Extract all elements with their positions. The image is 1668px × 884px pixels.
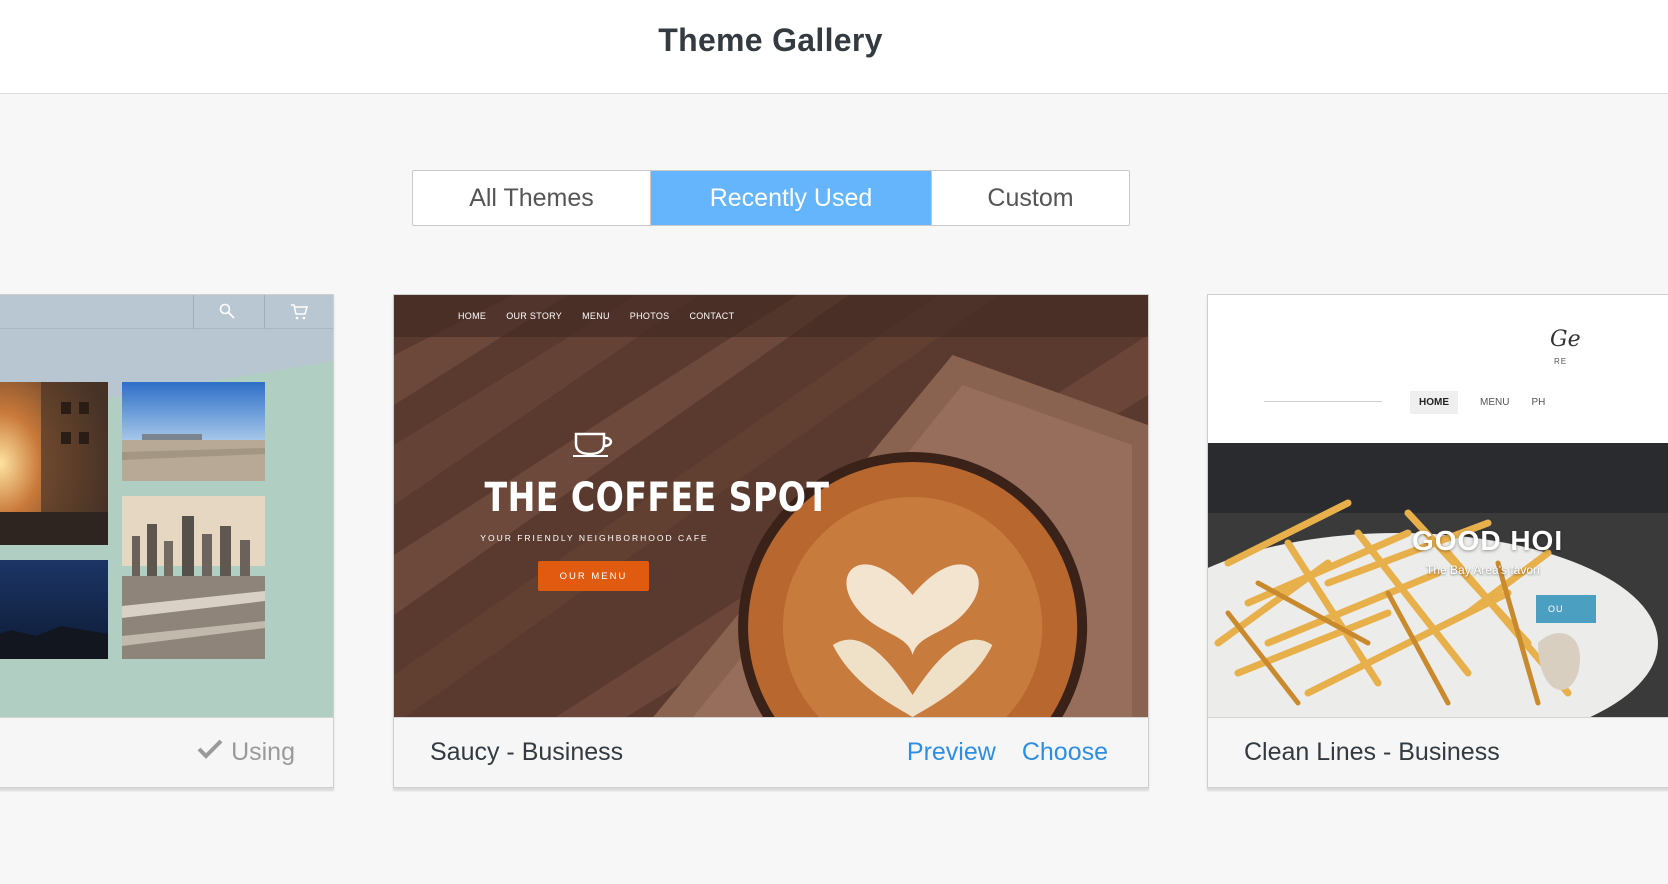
city-sunset-photo — [0, 382, 108, 545]
thumb-subtitle: YOUR FRIENDLY NEIGHBORHOOD CAFE — [480, 533, 709, 543]
checkmark-icon — [197, 738, 223, 767]
cart-icon — [290, 303, 308, 326]
theme-thumbnail[interactable] — [0, 295, 333, 717]
coffee-cup-icon — [572, 431, 618, 462]
card-footer: Clean Lines - Business — [1208, 717, 1668, 787]
thumb-nav-menu: MENU — [1480, 397, 1510, 408]
thumb-nav-our-story: OUR STORY — [506, 311, 563, 321]
theme-thumbnail[interactable]: HOME OUR STORY MENU PHOTOS CONTACT THE C… — [394, 295, 1148, 717]
tab-recently-used[interactable]: Recently Used — [651, 171, 931, 225]
night-landscape-photo — [0, 560, 108, 659]
thumb-nav: HOME OUR STORY MENU PHOTOS CONTACT — [394, 295, 1148, 337]
card-footer: Saucy - Business Preview Choose — [394, 717, 1148, 787]
using-label: Using — [231, 738, 295, 766]
theme-card-saucy[interactable]: HOME OUR STORY MENU PHOTOS CONTACT THE C… — [393, 294, 1149, 788]
preview-link[interactable]: Preview — [907, 738, 996, 767]
thumb-subline: The Bay Area's favori — [1426, 563, 1540, 577]
thumb-headline: GOOD HOI — [1412, 525, 1564, 556]
search-icon — [219, 303, 237, 326]
thumb-nav-home: HOME — [1410, 391, 1458, 414]
theme-thumbnail[interactable]: Ge RE HOME MENU PH GOOD HOI The Bay Area… — [1208, 295, 1668, 717]
thumb-nav: HOME MENU PH — [1410, 391, 1545, 414]
thumb-logo: Ge — [1550, 327, 1581, 352]
thumb-nav-ph: PH — [1531, 397, 1546, 408]
thumb-nav-photos: PHOTOS — [629, 311, 670, 321]
theme-name: Clean Lines - Business — [1244, 738, 1500, 766]
thumb-menu-button: OUR MENU — [538, 561, 649, 591]
thumb-nav-home: HOME — [458, 311, 487, 321]
thumb-body — [0, 329, 333, 717]
page-title: Theme Gallery — [658, 22, 883, 58]
divider — [1264, 401, 1382, 402]
tab-all-themes[interactable]: All Themes — [413, 171, 651, 225]
theme-name: Saucy - Business — [430, 738, 624, 766]
theme-card-clean-lines[interactable]: Ge RE HOME MENU PH GOOD HOI The Bay Area… — [1207, 294, 1668, 788]
thumb-button: OU — [1536, 595, 1596, 623]
top-header: Theme Gallery — [0, 0, 1668, 94]
thumb-title: THE COFFEE SPOT — [484, 475, 830, 521]
card-footer: Using — [0, 717, 333, 787]
thumb-nav-contact: CONTACT — [689, 311, 735, 321]
tab-custom[interactable]: Custom — [931, 171, 1129, 225]
theme-filter-tabs: All Themes Recently Used Custom — [412, 170, 1130, 226]
thumb-nav-menu: MENU — [582, 311, 610, 321]
beach-photo — [122, 382, 265, 481]
thumb-logo-sub: RE — [1554, 357, 1568, 366]
fries-image — [1208, 443, 1668, 717]
choose-link[interactable]: Choose — [1022, 738, 1108, 767]
theme-card-current[interactable]: Using — [0, 294, 334, 788]
harbor-photo — [122, 496, 265, 659]
thumb-header: Ge RE HOME MENU PH — [1208, 295, 1668, 443]
using-status: Using — [197, 738, 295, 767]
thumb-toolbar — [0, 295, 333, 329]
